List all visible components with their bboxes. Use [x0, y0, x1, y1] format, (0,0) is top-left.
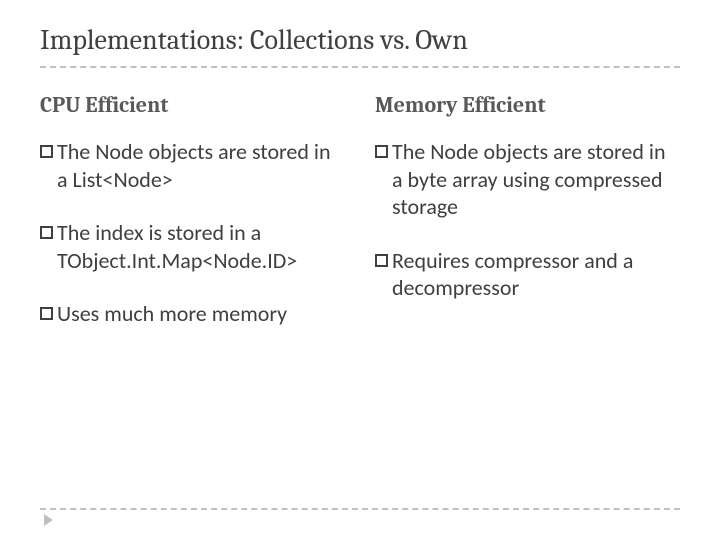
columns: CPU Efficient The Node objects are store… [40, 92, 680, 354]
arrow-right-icon [44, 514, 53, 526]
square-bullet-icon [40, 145, 53, 158]
bullet-text: Requires compressor and a decompressor [392, 247, 680, 302]
slide: Implementations: Collections vs. Own CPU… [0, 0, 720, 540]
list-item: The index is stored in a TObject.Int.Map… [40, 219, 345, 274]
list-item: Requires compressor and a decompressor [375, 247, 680, 302]
list-item: The Node objects are stored in a List<No… [40, 138, 345, 193]
list-item: Uses much more memory [40, 300, 345, 328]
footer-divider [40, 508, 680, 510]
square-bullet-icon [375, 254, 388, 267]
title-divider [40, 66, 680, 68]
square-bullet-icon [40, 226, 53, 239]
square-bullet-icon [375, 145, 388, 158]
column-right: Memory Efficient The Node objects are st… [375, 92, 680, 354]
bullet-text: The Node objects are stored in a List<No… [57, 138, 345, 193]
bullet-text: The Node objects are stored in a byte ar… [392, 138, 680, 221]
column-left: CPU Efficient The Node objects are store… [40, 92, 345, 354]
square-bullet-icon [40, 307, 53, 320]
left-heading: CPU Efficient [40, 92, 345, 118]
bullet-text: Uses much more memory [57, 300, 345, 328]
list-item: The Node objects are stored in a byte ar… [375, 138, 680, 221]
slide-title: Implementations: Collections vs. Own [40, 24, 680, 56]
right-heading: Memory Efficient [375, 92, 680, 118]
bullet-text: The index is stored in a TObject.Int.Map… [57, 219, 345, 274]
